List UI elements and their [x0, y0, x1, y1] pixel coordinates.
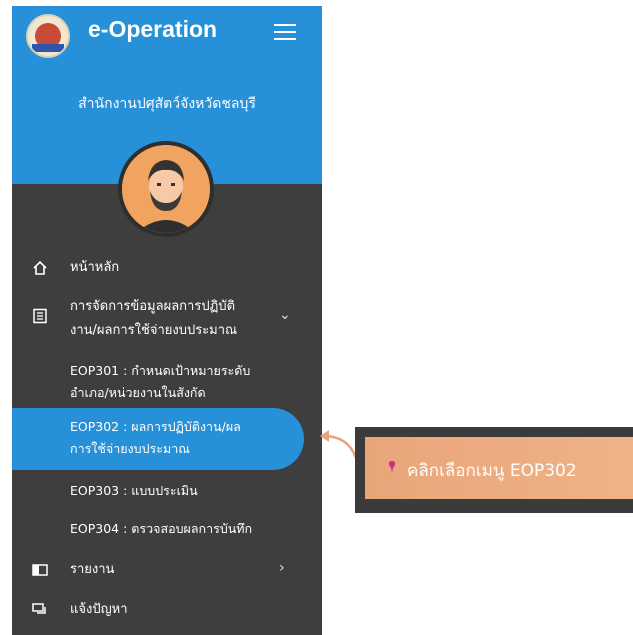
sidebar-item-label: การจัดการข้อมูลผลการปฏิบัติ	[70, 299, 236, 314]
chevron-down-icon: ⌄	[279, 307, 291, 323]
submenu-label: EOP303 : แบบประเมิน	[70, 483, 198, 498]
instruction-callout: คลิกเลือกเมนู EOP302	[355, 427, 633, 513]
submenu-label: EOP301 : กำหนดเป้าหมายระดับ	[70, 363, 251, 378]
callout-arrow	[320, 430, 358, 459]
home-icon	[33, 260, 47, 275]
chat-icon	[32, 603, 46, 614]
book-icon	[32, 564, 48, 576]
submenu-item-eop302[interactable]: EOP302 : ผลการปฏิบัติงาน/ผล การใช้จ่ายงบ…	[70, 416, 295, 460]
chevron-right-icon: ›	[279, 560, 285, 576]
sidebar-item-report[interactable]: รายงาน ›	[12, 558, 322, 582]
sidebar-item-manage[interactable]: การจัดการข้อมูลผลการปฏิบัติ งาน/ผลการใช้…	[12, 296, 322, 344]
submenu-item-eop303[interactable]: EOP303 : แบบประเมิน	[70, 480, 295, 502]
submenu-label: EOP304 : ตรวจสอบผลการบันทึก	[70, 521, 253, 536]
sidebar-item-problem[interactable]: แจ้งปัญหา	[12, 598, 322, 622]
submenu-label: EOP302 : ผลการปฏิบัติงาน/ผล	[70, 419, 241, 434]
sidebar-item-label: งาน/ผลการใช้จ่ายงบประมาณ	[70, 323, 238, 338]
sidebar-item-label: รายงาน	[70, 562, 115, 577]
document-list-icon	[33, 308, 47, 324]
sidebar-item-label: แจ้งปัญหา	[70, 602, 128, 617]
hamburger-icon[interactable]	[274, 24, 296, 40]
app-title: e-Operation	[88, 16, 218, 42]
app-logo[interactable]	[26, 14, 70, 58]
submenu-item-eop304[interactable]: EOP304 : ตรวจสอบผลการบันทึก	[70, 518, 295, 540]
sidebar-item-home[interactable]: หน้าหลัก	[12, 256, 322, 280]
submenu-label: อำเภอ/หน่วยงานในสังกัด	[70, 385, 206, 400]
submenu-label: การใช้จ่ายงบประมาณ	[70, 441, 190, 456]
sidebar: e-Operation สำนักงานปศุสัตว์จังหวัดชลบุร…	[12, 6, 322, 635]
callout-text: คลิกเลือกเมนู EOP302	[407, 461, 577, 481]
sidebar-item-label: หน้าหลัก	[70, 260, 120, 275]
submenu-item-eop301[interactable]: EOP301 : กำหนดเป้าหมายระดับ อำเภอ/หน่วยง…	[70, 360, 295, 404]
avatar[interactable]	[118, 141, 214, 237]
callout-box: คลิกเลือกเมนู EOP302	[365, 437, 633, 499]
organization-name: สำนักงานปศุสัตว์จังหวัดชลบุรี	[78, 96, 256, 112]
pin-icon	[388, 461, 396, 473]
